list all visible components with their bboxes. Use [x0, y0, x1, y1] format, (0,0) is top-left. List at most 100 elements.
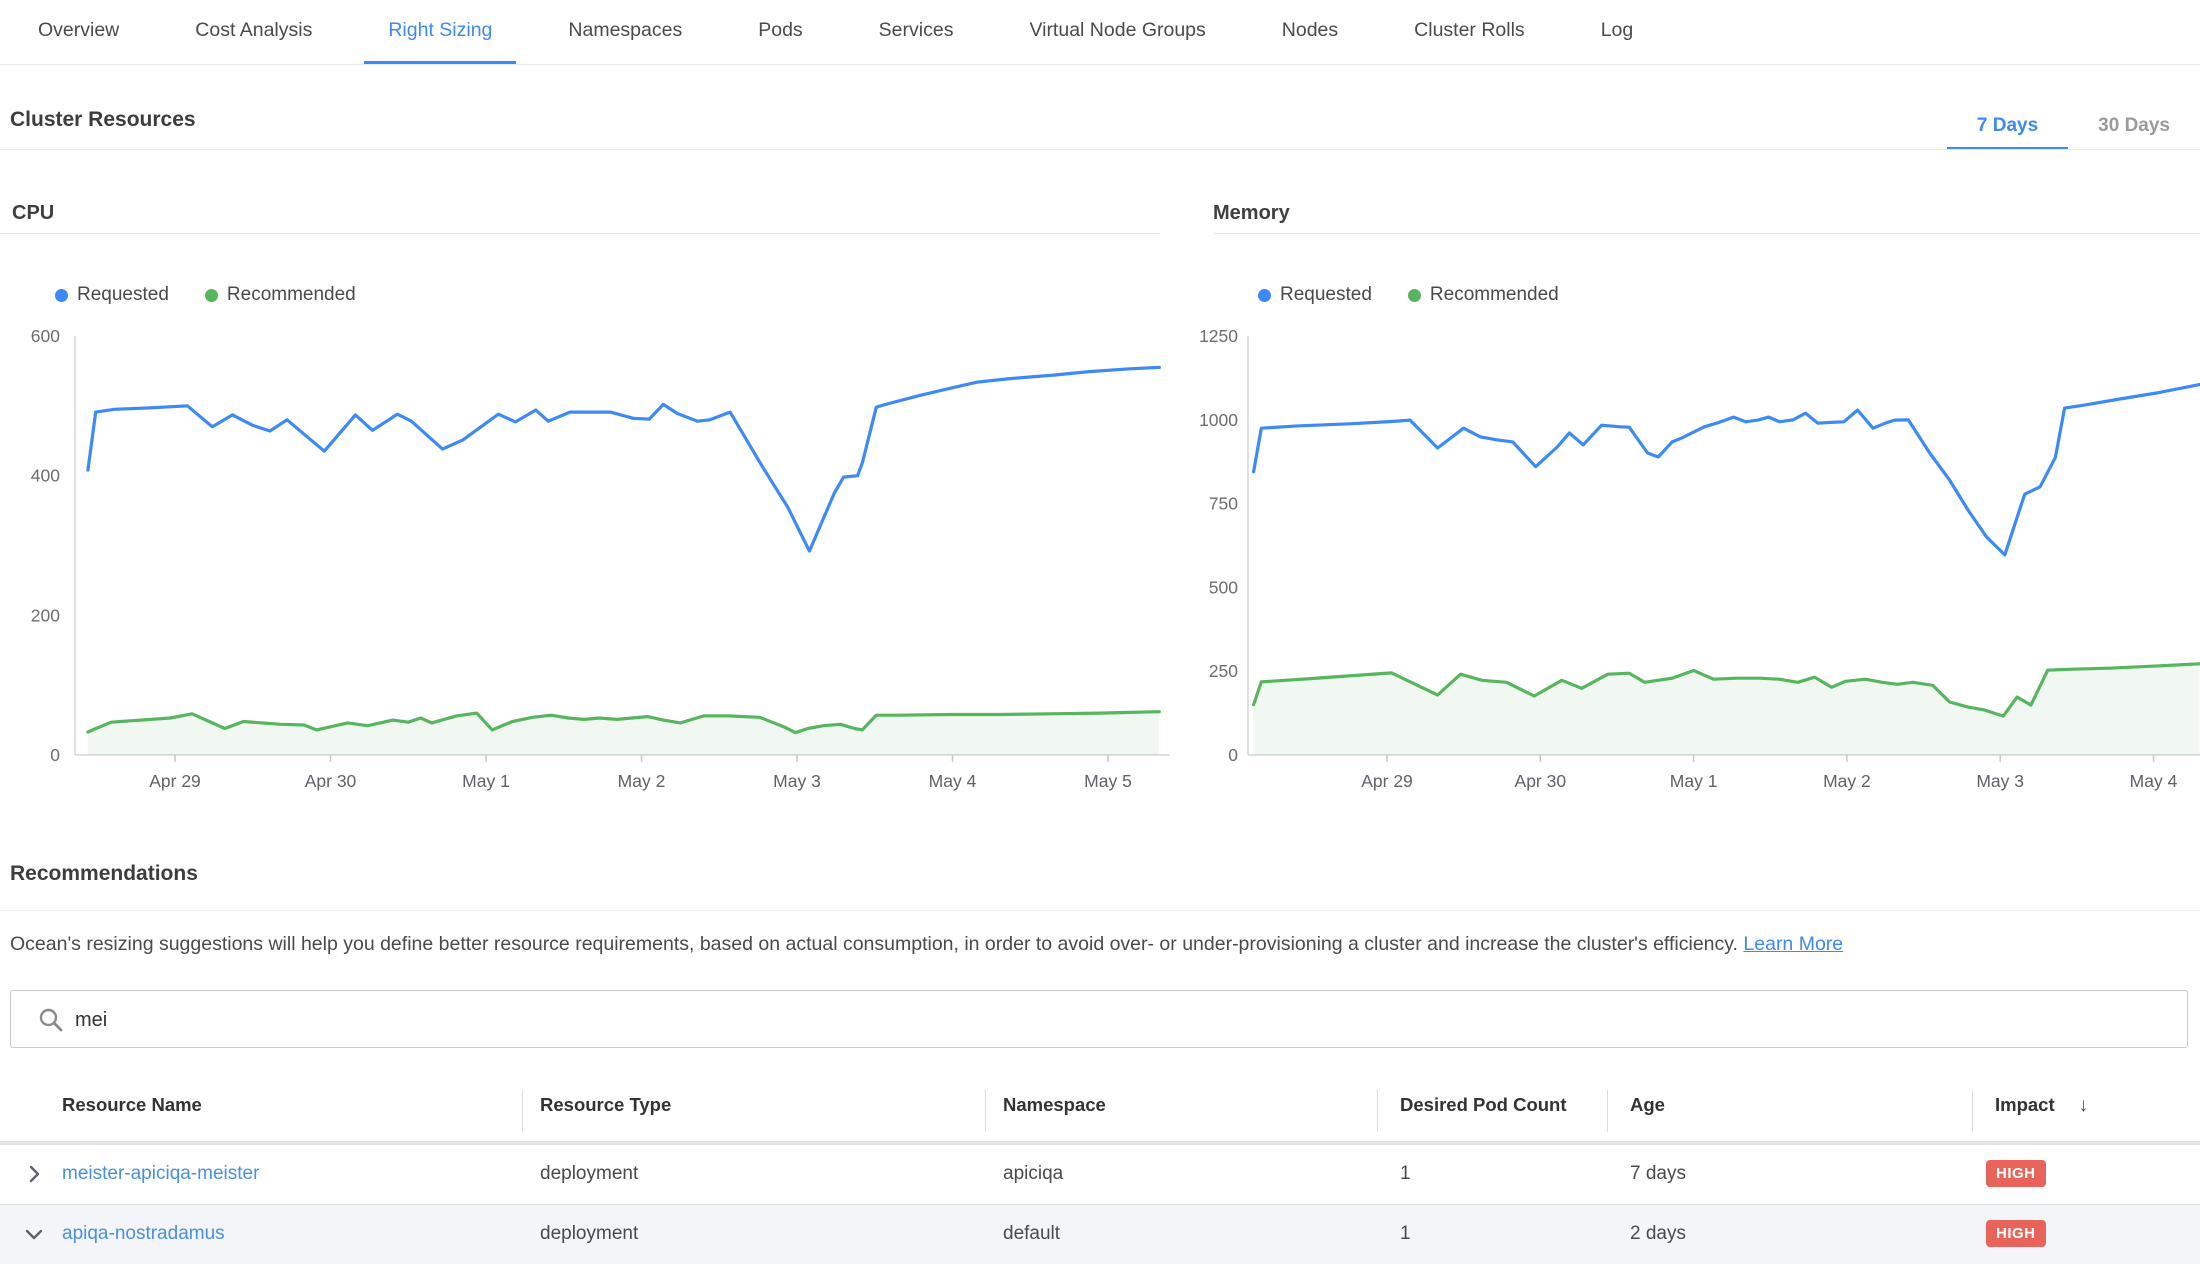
- legend-dot-requested: [55, 289, 68, 302]
- svg-text:Apr 30: Apr 30: [1515, 771, 1567, 791]
- recommendations-description: Ocean's resizing suggestions will help y…: [10, 933, 1843, 956]
- time-range-30-days[interactable]: 30 Days: [2068, 104, 2200, 150]
- cpu-requested-line: [88, 367, 1159, 551]
- memory-chart-title: Memory: [1213, 202, 1290, 225]
- column-divider: [1607, 1090, 1608, 1132]
- chevron-down-icon[interactable]: [22, 1222, 46, 1246]
- sort-arrow-down-icon[interactable]: ↓: [2079, 1095, 2089, 1116]
- tab-virtual-node-groups[interactable]: Virtual Node Groups: [1005, 0, 1229, 64]
- svg-text:May 1: May 1: [462, 771, 510, 791]
- svg-text:Apr 29: Apr 29: [149, 771, 201, 791]
- legend-label: Requested: [1280, 284, 1372, 306]
- svg-text:0: 0: [1228, 745, 1238, 765]
- table-row-meister-apiciqa-meister[interactable]: meister-apiciqa-meister deployment apiciqa…: [0, 1145, 2200, 1205]
- svg-text:May 4: May 4: [929, 771, 977, 791]
- chevron-right-icon[interactable]: [22, 1162, 46, 1186]
- tab-right-sizing[interactable]: Right Sizing: [364, 0, 516, 64]
- svg-text:May 3: May 3: [773, 771, 821, 791]
- recommendations-title: Recommendations: [10, 862, 198, 886]
- tab-overview[interactable]: Overview: [14, 0, 143, 64]
- cell-age: 7 days: [1630, 1163, 1686, 1185]
- legend-label: Requested: [77, 284, 169, 306]
- cell-namespace: apiciqa: [1003, 1163, 1063, 1185]
- column-header-resource-type[interactable]: Resource Type: [540, 1094, 671, 1116]
- memory-requested-line: [1254, 385, 2200, 555]
- search-icon: [37, 1006, 65, 1034]
- cpu-chart-title: CPU: [12, 202, 54, 225]
- column-header-desired-pod-count[interactable]: Desired Pod Count: [1400, 1094, 1567, 1116]
- impact-badge: HIGH: [1986, 1160, 2046, 1187]
- tab-log[interactable]: Log: [1577, 0, 1658, 64]
- resource-name-link[interactable]: apiqa-nostradamus: [62, 1223, 225, 1245]
- resource-search-box: [10, 990, 2188, 1048]
- resource-name-link[interactable]: meister-apiciqa-meister: [62, 1163, 259, 1185]
- tab-cost-analysis[interactable]: Cost Analysis: [171, 0, 336, 64]
- memory-legend: Requested Recommended: [1258, 284, 1559, 306]
- legend-item-requested: Requested: [1258, 284, 1372, 306]
- legend-item-recommended: Recommended: [1408, 284, 1559, 306]
- learn-more-link[interactable]: Learn More: [1743, 933, 1843, 955]
- tab-nodes[interactable]: Nodes: [1258, 0, 1362, 64]
- tab-pods[interactable]: Pods: [734, 0, 826, 64]
- svg-text:May 3: May 3: [1976, 771, 2024, 791]
- search-input[interactable]: [73, 991, 2157, 1049]
- svg-text:200: 200: [31, 605, 60, 625]
- legend-dot-requested: [1258, 289, 1271, 302]
- memory-line-chart: 0 250 500 750 1000 1250 Apr 29 Apr 30 May 1 May 2…: [1180, 320, 2200, 800]
- legend-label: Recommended: [227, 284, 356, 306]
- svg-text:May 2: May 2: [1823, 771, 1871, 791]
- impact-badge: HIGH: [1986, 1220, 2046, 1247]
- legend-item-recommended: Recommended: [205, 284, 356, 306]
- svg-text:Apr 29: Apr 29: [1361, 771, 1413, 791]
- svg-text:500: 500: [1209, 577, 1238, 597]
- svg-text:400: 400: [31, 466, 60, 486]
- cluster-resources-title: Cluster Resources: [10, 108, 196, 132]
- column-divider: [985, 1090, 986, 1132]
- right-sizing-page: Overview Cost Analysis Right Sizing Namespa…: [0, 0, 2200, 1264]
- tab-services[interactable]: Services: [855, 0, 978, 64]
- legend-dot-recommended: [205, 289, 218, 302]
- cell-desired-pod-count: 1: [1400, 1223, 1411, 1245]
- recommendations-divider: [0, 910, 2200, 911]
- svg-text:0: 0: [50, 745, 60, 765]
- tab-cluster-rolls[interactable]: Cluster Rolls: [1390, 0, 1549, 64]
- top-tab-bar: Overview Cost Analysis Right Sizing Namespa…: [0, 0, 2200, 65]
- recommendations-description-text: Ocean's resizing suggestions will help y…: [10, 933, 1738, 955]
- cell-desired-pod-count: 1: [1400, 1163, 1411, 1185]
- svg-text:1000: 1000: [1199, 410, 1238, 430]
- row-divider: [0, 1144, 2200, 1145]
- time-range-7-days[interactable]: 7 Days: [1947, 104, 2068, 150]
- svg-text:250: 250: [1209, 661, 1238, 681]
- cell-resource-type: deployment: [540, 1163, 638, 1185]
- cpu-legend: Requested Recommended: [55, 284, 356, 306]
- svg-text:1250: 1250: [1199, 326, 1238, 346]
- column-divider: [1972, 1090, 1973, 1132]
- cpu-title-rule: [0, 233, 1160, 234]
- svg-text:Apr 30: Apr 30: [305, 771, 357, 791]
- cell-resource-type: deployment: [540, 1223, 638, 1245]
- tab-namespaces[interactable]: Namespaces: [544, 0, 706, 64]
- header-divider: [0, 149, 2200, 150]
- column-divider: [1377, 1090, 1378, 1132]
- table-row-apiqa-nostradamus[interactable]: apiqa-nostradamus deployment default 1 2 day…: [0, 1205, 2200, 1264]
- cpu-line-chart: 0 200 400 600 Apr 29 Apr 30 May 1 May 2 May 3 May…: [0, 320, 1170, 800]
- legend-item-requested: Requested: [55, 284, 169, 306]
- svg-text:May 2: May 2: [618, 771, 666, 791]
- legend-dot-recommended: [1408, 289, 1421, 302]
- column-header-impact[interactable]: Impact↓: [1995, 1094, 2088, 1117]
- svg-text:May 4: May 4: [2130, 771, 2178, 791]
- time-range-toggle: 7 Days30 Days: [1947, 104, 2200, 150]
- row-divider: [0, 1204, 2200, 1205]
- svg-text:600: 600: [31, 326, 60, 346]
- legend-label: Recommended: [1430, 284, 1559, 306]
- cell-age: 2 days: [1630, 1223, 1686, 1245]
- column-header-resource-name[interactable]: Resource Name: [62, 1094, 202, 1116]
- column-header-age[interactable]: Age: [1630, 1094, 1665, 1116]
- memory-title-rule: [1213, 233, 2200, 234]
- svg-text:May 5: May 5: [1084, 771, 1132, 791]
- column-header-namespace[interactable]: Namespace: [1003, 1094, 1106, 1116]
- cell-namespace: default: [1003, 1223, 1060, 1245]
- column-divider: [522, 1090, 523, 1132]
- svg-text:May 1: May 1: [1670, 771, 1718, 791]
- svg-text:750: 750: [1209, 494, 1238, 514]
